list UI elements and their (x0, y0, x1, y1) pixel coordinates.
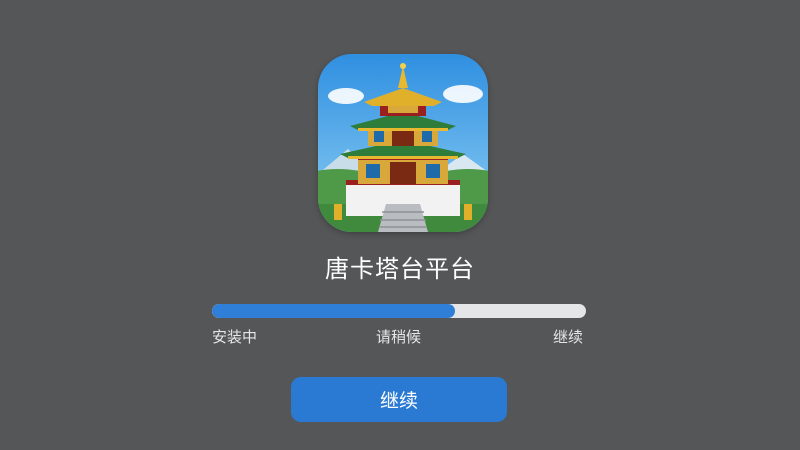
continue-button[interactable]: 继续 (291, 377, 507, 422)
progress-fill (212, 304, 456, 318)
temple-app-icon (318, 54, 488, 232)
installer-screen: 唐卡塔台平台 安装中 请稍候 继续 继续 (0, 0, 800, 450)
install-progress-bar (212, 304, 586, 318)
step-label-continue: 继续 (553, 328, 584, 346)
step-label-please-wait: 请稍候 (376, 328, 422, 346)
app-title: 唐卡塔台平台 (325, 255, 475, 283)
step-label-installing: 安装中 (212, 328, 258, 346)
